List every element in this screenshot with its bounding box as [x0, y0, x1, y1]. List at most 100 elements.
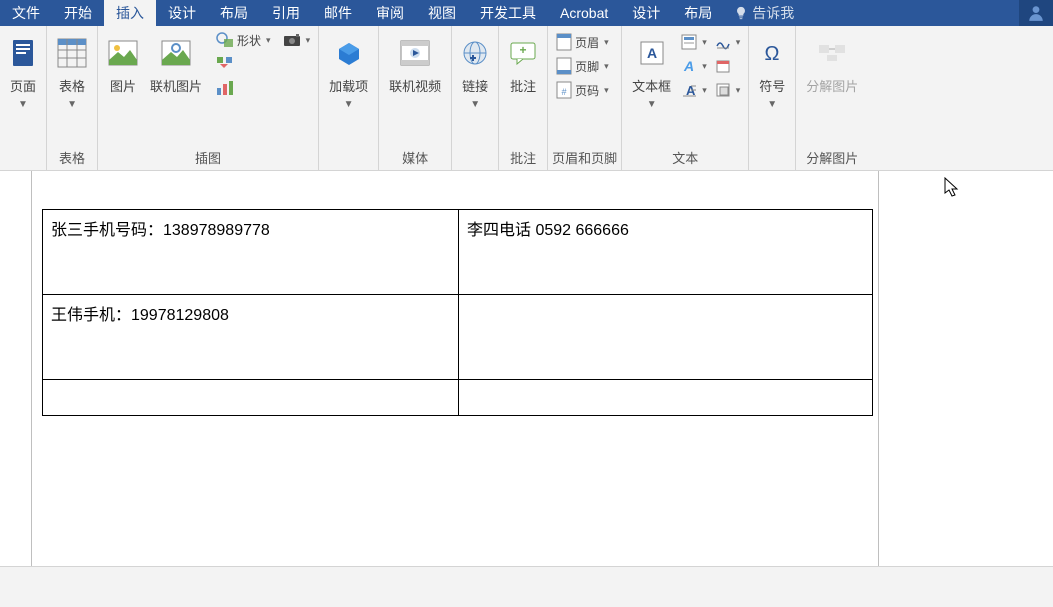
ribbon: 页面 ▼ 表格 ▼ 表格 图片 联机图片 形状 [0, 26, 1053, 171]
link-icon [462, 40, 488, 66]
tell-me-label: 告诉我 [752, 3, 794, 23]
smartart-button[interactable] [212, 52, 275, 76]
menu-mail[interactable]: 邮件 [312, 0, 364, 26]
user-icon [1027, 4, 1045, 22]
menu-references[interactable]: 引用 [260, 0, 312, 26]
addins-label: 加载项 [329, 76, 368, 95]
svg-text:A: A [647, 45, 657, 61]
comments-group-label: 批注 [503, 144, 543, 170]
menu-file[interactable]: 文件 [0, 0, 52, 26]
chevron-down-icon: ▼ [647, 99, 657, 110]
menu-view[interactable]: 视图 [416, 0, 468, 26]
table-cell[interactable] [459, 295, 873, 380]
links-group-label [456, 148, 494, 170]
document-area[interactable]: 张三手机号码：138978989778 李四电话 0592 666666 王伟手… [0, 171, 1053, 566]
chart-button[interactable] [212, 76, 275, 100]
table-cell[interactable] [459, 380, 873, 416]
bulb-icon [734, 6, 748, 20]
picture-button[interactable]: 图片 [102, 28, 144, 100]
decompose-label: 分解图片 [806, 76, 858, 95]
link-button[interactable]: 链接 ▼ [456, 28, 494, 114]
table-cell[interactable] [43, 380, 459, 416]
footer-icon [556, 57, 572, 75]
ribbon-group-links: 链接 ▼ [452, 26, 499, 170]
pagenum-icon: # [556, 81, 572, 99]
signature-icon [715, 34, 731, 50]
media-group-label: 媒体 [383, 144, 447, 170]
menu-acrobat[interactable]: Acrobat [548, 0, 620, 26]
dropcap-button[interactable]: A▾ [677, 78, 711, 102]
shapes-button[interactable]: 形状 ▾ [212, 28, 275, 52]
online-picture-button[interactable]: 联机图片 [144, 28, 208, 100]
header-button[interactable]: 页眉 ▾ [552, 30, 617, 54]
footer-label: 页脚 [575, 58, 599, 75]
svg-text:#: # [562, 87, 567, 97]
chevron-down-icon: ▾ [306, 35, 311, 46]
headerfooter-group-label: 页眉和页脚 [552, 144, 617, 170]
comment-icon: + [509, 41, 537, 65]
page-icon [11, 38, 35, 68]
chevron-down-icon: ▾ [702, 37, 707, 48]
chevron-down-icon: ▾ [736, 85, 741, 96]
online-video-button[interactable]: 联机视频 [383, 28, 447, 99]
menu-bar: 文件 开始 插入 设计 布局 引用 邮件 审阅 视图 开发工具 Acrobat … [0, 0, 1053, 26]
svg-text:+: + [520, 43, 527, 57]
svg-text:Ω: Ω [765, 43, 780, 65]
object-button[interactable]: ▾ [711, 78, 745, 102]
table-cell[interactable]: 王伟手机：19978129808 [43, 295, 459, 380]
ribbon-group-symbols: Ω 符号 ▼ [749, 26, 796, 170]
chevron-down-icon: ▼ [344, 99, 354, 110]
screenshot-button[interactable]: ▾ [279, 28, 315, 52]
footer-button[interactable]: 页脚 ▾ [552, 54, 617, 78]
pages-button[interactable]: 页面 ▼ [4, 28, 42, 114]
chevron-down-icon: ▼ [470, 99, 480, 110]
ribbon-group-pages: 页面 ▼ [0, 26, 47, 170]
datetime-button[interactable] [711, 54, 745, 78]
document-table[interactable]: 张三手机号码：138978989778 李四电话 0592 666666 王伟手… [42, 209, 873, 416]
svg-text:A: A [683, 58, 694, 74]
object-icon [715, 82, 731, 98]
wordart-button[interactable]: A▾ [677, 54, 711, 78]
menu-insert[interactable]: 插入 [104, 0, 156, 26]
signature-button[interactable]: ▾ [711, 30, 745, 54]
symbols-group-label [753, 148, 791, 170]
table-row[interactable] [43, 380, 873, 416]
menu-home[interactable]: 开始 [52, 0, 104, 26]
table-row[interactable]: 张三手机号码：138978989778 李四电话 0592 666666 [43, 210, 873, 295]
textbox-button[interactable]: A 文本框 ▼ [626, 28, 677, 114]
menu-devtools[interactable]: 开发工具 [468, 0, 548, 26]
menu-layout[interactable]: 布局 [208, 0, 260, 26]
menu-design2[interactable]: 设计 [620, 0, 672, 26]
textbox-label: 文本框 [632, 76, 671, 95]
ribbon-group-header-footer: 页眉 ▾ 页脚 ▾ # 页码 ▾ 页眉和页脚 [548, 26, 622, 170]
table-button[interactable]: 表格 ▼ [51, 28, 93, 114]
link-label: 链接 [462, 76, 488, 95]
symbol-button[interactable]: Ω 符号 ▼ [753, 28, 791, 114]
comment-button[interactable]: + 批注 [503, 28, 543, 99]
chevron-down-icon: ▼ [67, 99, 77, 110]
menu-review[interactable]: 审阅 [364, 0, 416, 26]
menu-design[interactable]: 设计 [156, 0, 208, 26]
chevron-down-icon: ▾ [702, 61, 707, 72]
table-cell[interactable]: 张三手机号码：138978989778 [43, 210, 459, 295]
menu-layout2[interactable]: 布局 [672, 0, 724, 26]
decompose-button[interactable]: 分解图片 [800, 28, 864, 99]
wordart-icon: A [681, 58, 697, 74]
quickparts-button[interactable]: ▾ [677, 30, 711, 54]
text-group-label: 文本 [626, 144, 744, 170]
pagenum-button[interactable]: # 页码 ▾ [552, 78, 617, 102]
ribbon-group-tables: 表格 ▼ 表格 [47, 26, 98, 170]
pagenum-label: 页码 [575, 82, 599, 99]
account-button[interactable] [1019, 0, 1053, 26]
addins-button[interactable]: 加载项 ▼ [323, 28, 374, 114]
header-icon [556, 33, 572, 51]
ribbon-group-text: A 文本框 ▼ ▾ A▾ A▾ ▾ ▾ 文本 [622, 26, 749, 170]
tell-me[interactable]: 告诉我 [724, 0, 804, 26]
decompose-icon [817, 43, 847, 63]
table-row[interactable]: 王伟手机：19978129808 [43, 295, 873, 380]
chevron-down-icon: ▾ [604, 37, 609, 48]
online-picture-icon [161, 40, 191, 66]
tables-group-label: 表格 [51, 144, 93, 170]
addin-icon [336, 40, 362, 66]
table-cell[interactable]: 李四电话 0592 666666 [459, 210, 873, 295]
